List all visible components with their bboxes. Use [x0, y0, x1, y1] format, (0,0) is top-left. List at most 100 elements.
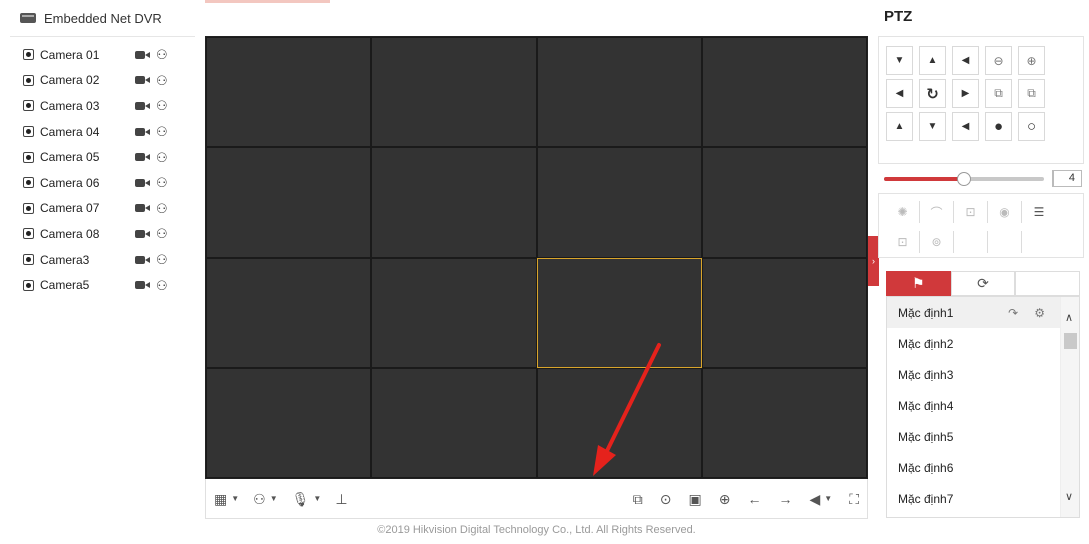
video-cell[interactable] — [371, 147, 537, 258]
speed-slider-track[interactable] — [884, 172, 1044, 186]
chevron-down-icon[interactable]: ▼ — [313, 494, 321, 503]
ptz-control-icon[interactable]: ⚇ — [156, 99, 168, 112]
focus-far-button[interactable]: ⧉ — [1018, 79, 1045, 108]
video-cell[interactable] — [206, 367, 372, 478]
preset-item[interactable]: Mặc định3 — [887, 359, 1061, 390]
video-cell[interactable] — [701, 37, 867, 148]
video-cell[interactable] — [536, 367, 702, 478]
ptz-down-button[interactable]: ▼ — [919, 112, 946, 141]
light-icon[interactable]: ✺ — [886, 201, 920, 223]
stream-select-icon[interactable]: ⊥ — [335, 492, 347, 506]
ptz-stream-icon[interactable]: ⚇ ▼ — [253, 492, 277, 506]
video-cell[interactable] — [536, 37, 702, 148]
camera-item[interactable]: Camera3 ⚇ — [10, 247, 195, 273]
iris-open-button[interactable]: ○ — [1018, 112, 1045, 141]
preset-item[interactable]: Mặc định5 — [887, 421, 1061, 452]
record-icon[interactable] — [135, 152, 150, 162]
pattern-tab[interactable] — [1015, 271, 1081, 296]
capture-icon[interactable]: ⊙ — [660, 492, 672, 506]
video-cell[interactable] — [371, 37, 537, 148]
chevron-down-icon[interactable]: ▼ — [231, 494, 239, 503]
zoom-in-button[interactable]: ⊕ — [1018, 46, 1045, 75]
ptz-control-icon[interactable]: ⚇ — [156, 151, 168, 164]
record-icon[interactable] — [135, 75, 150, 85]
focus-near-button[interactable]: ⧉ — [985, 79, 1012, 108]
preset-item[interactable]: Mặc định7 — [887, 483, 1061, 514]
scroll-thumb[interactable] — [1064, 333, 1077, 349]
fullscreen-icon[interactable]: ⛶ — [849, 492, 859, 506]
ptz-up-right-button[interactable]: ◀ — [952, 46, 979, 75]
focus-assist-icon[interactable]: ⊡ — [954, 201, 988, 223]
video-cell[interactable] — [371, 367, 537, 478]
record-icon[interactable] — [135, 280, 150, 290]
record-icon[interactable] — [135, 127, 150, 137]
video-cell[interactable] — [701, 367, 867, 478]
stop-all-icon[interactable]: ⧉ — [633, 492, 643, 506]
ptz-control-icon[interactable]: ⚇ — [156, 48, 168, 61]
chevron-down-icon[interactable]: ▼ — [270, 494, 278, 503]
ptz-up-left-button[interactable]: ▼ — [886, 46, 913, 75]
lens-init-icon[interactable]: ◉ — [988, 201, 1022, 223]
video-cell[interactable] — [206, 37, 372, 148]
ptz-control-icon[interactable]: ⚇ — [156, 279, 168, 292]
camera-item[interactable]: Camera 04 ⚇ — [10, 119, 195, 145]
set-preset-icon[interactable]: ⚙ — [1034, 306, 1045, 320]
ptz-control-icon[interactable]: ⚇ — [156, 176, 168, 189]
preset-item[interactable]: Mặc định1 ↷ ⚙ — [887, 297, 1061, 328]
zoom-out-button[interactable]: ⊖ — [985, 46, 1012, 75]
scroll-up-icon[interactable]: ∧ — [1065, 311, 1073, 324]
camera-item[interactable]: Camera 01 ⚇ — [10, 42, 195, 68]
chevron-down-icon[interactable]: ▼ — [824, 494, 832, 503]
preset-item[interactable]: Mặc định4 — [887, 390, 1061, 421]
record-icon[interactable] — [135, 101, 150, 111]
video-cell[interactable] — [701, 147, 867, 258]
patrol-tab[interactable]: ⟳ — [950, 271, 1016, 296]
ptz-control-icon[interactable]: ⚇ — [156, 202, 168, 215]
ptz-right-button[interactable]: ▶ — [952, 79, 979, 108]
camera-item[interactable]: Camera 03 ⚇ — [10, 93, 195, 119]
next-page-icon[interactable]: → — [778, 492, 792, 506]
zoom-icon[interactable]: ⊕ — [719, 492, 731, 506]
ptz-down-right-button[interactable]: ◀ — [952, 112, 979, 141]
speed-slider-knob[interactable] — [957, 172, 971, 186]
ptz-control-icon[interactable]: ⚇ — [156, 74, 168, 87]
ptz-control-icon[interactable]: ⚇ — [156, 125, 168, 138]
video-cell[interactable] — [536, 147, 702, 258]
preset-tab[interactable]: ⚑ — [886, 271, 951, 296]
record-icon[interactable]: ▣ — [689, 492, 702, 506]
scroll-down-icon[interactable]: ∨ — [1065, 490, 1073, 503]
wiper-icon[interactable]: ⌒ — [920, 201, 954, 223]
video-cell[interactable] — [371, 257, 537, 368]
call-preset-icon[interactable]: ↷ — [1008, 306, 1018, 320]
ptz-left-button[interactable]: ◀ — [886, 79, 913, 108]
video-cell[interactable] — [701, 257, 867, 368]
camera-item[interactable]: Camera5 ⚇ — [10, 272, 195, 298]
previous-page-icon[interactable]: ← — [747, 492, 761, 506]
camera-item[interactable]: Camera 05 ⚇ — [10, 144, 195, 170]
3d-zoom-icon[interactable]: ⊚ — [920, 231, 954, 253]
dvr-header[interactable]: Embedded Net DVR — [10, 0, 195, 37]
video-cell[interactable] — [536, 257, 702, 368]
iris-close-button[interactable]: ● — [985, 112, 1012, 141]
preset-item[interactable]: Mặc định2 — [887, 328, 1061, 359]
ptz-down-left-button[interactable]: ▲ — [886, 112, 913, 141]
record-icon[interactable] — [135, 50, 150, 60]
camera-item[interactable]: Camera 08 ⚇ — [10, 221, 195, 247]
manual-track-icon[interactable]: ⊡ — [886, 231, 920, 253]
record-icon[interactable] — [135, 255, 150, 265]
camera-item[interactable]: Camera 07 ⚇ — [10, 196, 195, 222]
camera-item[interactable]: Camera 06 ⚇ — [10, 170, 195, 196]
layout-icon[interactable]: ▦ ▼ — [214, 492, 239, 506]
record-icon[interactable] — [135, 178, 150, 188]
record-icon[interactable] — [135, 203, 150, 213]
microphone-icon[interactable]: 🎙 ▼ — [292, 492, 322, 506]
video-cell[interactable] — [206, 257, 372, 368]
video-cell[interactable] — [206, 147, 372, 258]
ptz-up-button[interactable]: ▲ — [919, 46, 946, 75]
ptz-auto-button[interactable]: ↻ — [919, 79, 946, 108]
record-icon[interactable] — [135, 229, 150, 239]
menu-icon[interactable]: ☰ — [1022, 201, 1056, 223]
preset-scrollbar[interactable]: ∧ ∨ — [1060, 297, 1079, 517]
ptz-control-icon[interactable]: ⚇ — [156, 253, 168, 266]
preset-item[interactable]: Mặc định6 — [887, 452, 1061, 483]
